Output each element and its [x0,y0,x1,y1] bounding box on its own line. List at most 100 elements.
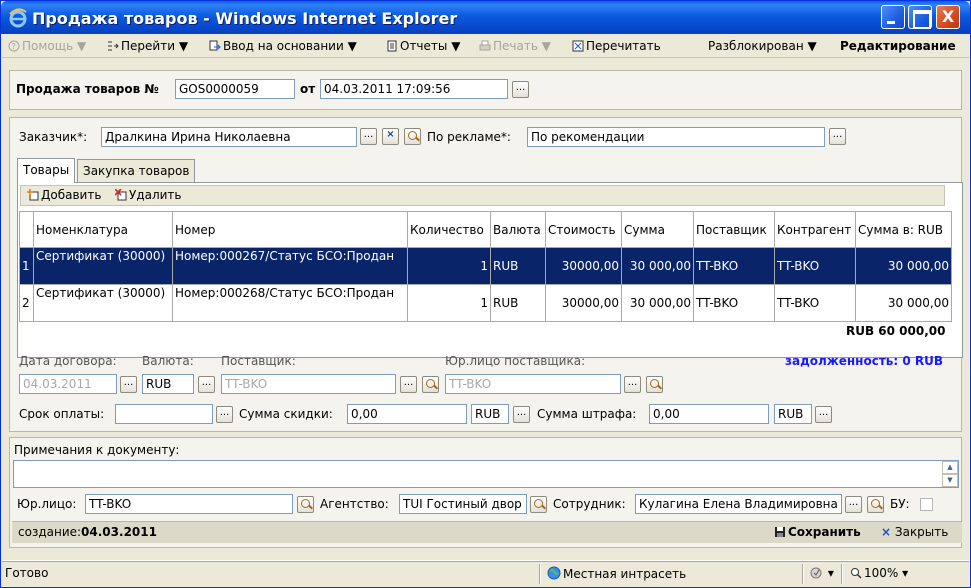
supplier-select-button[interactable]: ... [400,376,417,393]
contract-date-input[interactable]: 04.03.2011 [19,374,117,394]
column-header[interactable]: Сумма в: RUB [855,211,952,248]
input-based-label: Ввод на основании [223,39,344,53]
cell-sum[interactable]: 30 000,00 [621,247,694,285]
agency-input[interactable]: TUI Гостиный двор [399,494,527,514]
notes-label: Примечания к документу: [14,443,180,457]
customer-clear-button[interactable]: × [382,128,399,145]
column-header[interactable]: Контрагент [774,211,856,248]
cell-qty[interactable]: 1 [407,284,491,322]
payment-term-select-button[interactable]: ... [216,406,233,423]
lock-state-menu[interactable]: Разблокирован ▼ [708,38,817,55]
fine-input[interactable]: 0,00 [649,404,769,424]
fine-currency-select-button[interactable]: ... [815,406,832,423]
cell-supplier[interactable]: TT-BKO [693,247,775,285]
add-row-button[interactable]: Добавить [27,188,101,202]
supplier-input[interactable]: TT-BKO [221,374,396,394]
cell-qty[interactable]: 1 [407,247,491,285]
customer-input[interactable]: Дралкина Ирина Николаевна [101,127,357,147]
tab-goods[interactable]: Товары [17,158,76,183]
bu-label: БУ: [890,497,910,511]
supplier-search-icon[interactable] [422,376,439,393]
zoom-menu[interactable]: 100% ▾ [850,566,908,580]
customer-select-button[interactable]: ... [360,128,377,145]
row-number: 1 [19,247,34,285]
employee-input[interactable]: Кулагина Елена Владимировна [635,494,842,514]
currency-input[interactable]: RUB [142,374,194,394]
cell-sum-rub[interactable]: 30 000,00 [855,247,952,285]
cell-nomenclature[interactable]: Сертификат (30000) [33,247,173,285]
column-header[interactable]: Сумма [621,211,694,248]
cell-nomenclature[interactable]: Сертификат (30000) [33,284,173,322]
ad-select-button[interactable]: ... [829,128,846,145]
help-menu[interactable]: ? Помощь ▼ [8,38,86,55]
discount-currency-input[interactable]: RUB [471,404,509,424]
agency-search-icon[interactable] [530,496,547,513]
column-header[interactable]: Стоимость [545,211,622,248]
protected-mode-menu[interactable]: ▾ [810,566,834,580]
cell-counterparty[interactable]: TT-BKO [774,284,856,322]
column-header[interactable]: Валюта [490,211,546,248]
table-row[interactable]: 1 Сертификат (30000) Номер:000267/Статус… [19,247,952,285]
column-header[interactable]: Номер [172,211,408,248]
svg-text:?: ? [12,42,16,51]
title-bar[interactable]: Продажа товаров - Windows Internet Explo… [1,1,970,34]
customer-search-icon[interactable] [404,128,421,145]
ad-input[interactable]: По рекомендации [527,127,825,147]
doc-date-select-button[interactable]: ... [512,81,529,98]
save-button[interactable]: Сохранить [774,525,861,539]
doc-date-input[interactable]: 04.03.2011 17:09:56 [320,79,508,99]
supplier-legal-input[interactable]: TT-BKO [445,374,621,394]
reports-menu[interactable]: Отчеты ▼ [386,38,460,55]
cell-currency[interactable]: RUB [490,284,546,322]
bu-checkbox[interactable] [920,498,933,511]
cell-sum-rub[interactable]: 30 000,00 [855,284,952,322]
cell-counterparty[interactable]: TT-BKO [774,247,856,285]
cell-cost[interactable]: 30000,00 [545,247,622,285]
minimize-button[interactable] [881,5,905,29]
close-window-button[interactable]: X [936,5,960,29]
cell-number[interactable]: Номер:000267/Статус БСО:Продан [172,247,408,285]
table-row[interactable]: 2 Сертификат (30000) Номер:000268/Статус… [19,284,952,322]
tab-purchase[interactable]: Закупка товаров [77,159,196,182]
column-header[interactable]: Номенклатура [33,211,173,248]
delete-row-button[interactable]: Удалить [115,188,182,202]
cell-cost[interactable]: 30000,00 [545,284,622,322]
close-doc-button[interactable]: × Закрыть [881,525,948,539]
status-divider [802,564,804,584]
goto-menu[interactable]: Перейти ▼ [107,38,188,55]
column-header[interactable]: Поставщик [693,211,775,248]
ie-window: Продажа товаров - Windows Internet Explo… [0,0,971,588]
zone-indicator[interactable]: Местная интрасеть [547,566,686,581]
print-menu[interactable]: Печать ▼ [479,38,551,55]
contract-date-select-button[interactable]: ... [120,376,137,393]
cell-currency[interactable]: RUB [490,247,546,285]
scroll-down-icon[interactable]: ▼ [942,474,958,487]
fine-currency-input[interactable]: RUB [774,404,812,424]
notes-scrollbar[interactable]: ▲ ▼ [942,461,958,487]
add-row-label: Добавить [41,188,102,202]
discount-input[interactable]: 0,00 [347,404,467,424]
payment-term-input[interactable] [115,404,213,424]
supplier-legal-search-icon[interactable] [646,376,663,393]
employee-select-button[interactable]: ... [845,496,862,513]
employee-search-icon[interactable] [867,496,884,513]
input-based-icon [209,40,221,51]
column-header[interactable]: Количество [407,211,491,248]
scroll-up-icon[interactable]: ▲ [942,461,958,474]
currency-select-button[interactable]: ... [198,376,215,393]
notes-textarea[interactable]: ▲ ▼ [13,460,959,488]
maximize-button[interactable] [908,5,932,29]
reread-button[interactable]: Перечитать [572,38,661,55]
add-icon [27,189,39,201]
discount-currency-select-button[interactable]: ... [513,406,530,423]
legal-entity-search-icon[interactable] [297,496,314,513]
cell-number[interactable]: Номер:000268/Статус БСО:Продан [172,284,408,322]
supplier-legal-select-button[interactable]: ... [624,376,641,393]
goods-grid: Номенклатура Номер Количество Валюта Сто… [19,211,952,322]
input-based-menu[interactable]: Ввод на основании ▼ [209,38,357,55]
doc-number-input[interactable]: GOS0000059 [175,79,295,99]
cell-supplier[interactable]: TT-BKO [693,284,775,322]
legal-entity-input[interactable]: TT-BKO [85,494,293,514]
payment-term-label: Срок оплаты: [19,407,105,421]
cell-sum[interactable]: 30 000,00 [621,284,694,322]
